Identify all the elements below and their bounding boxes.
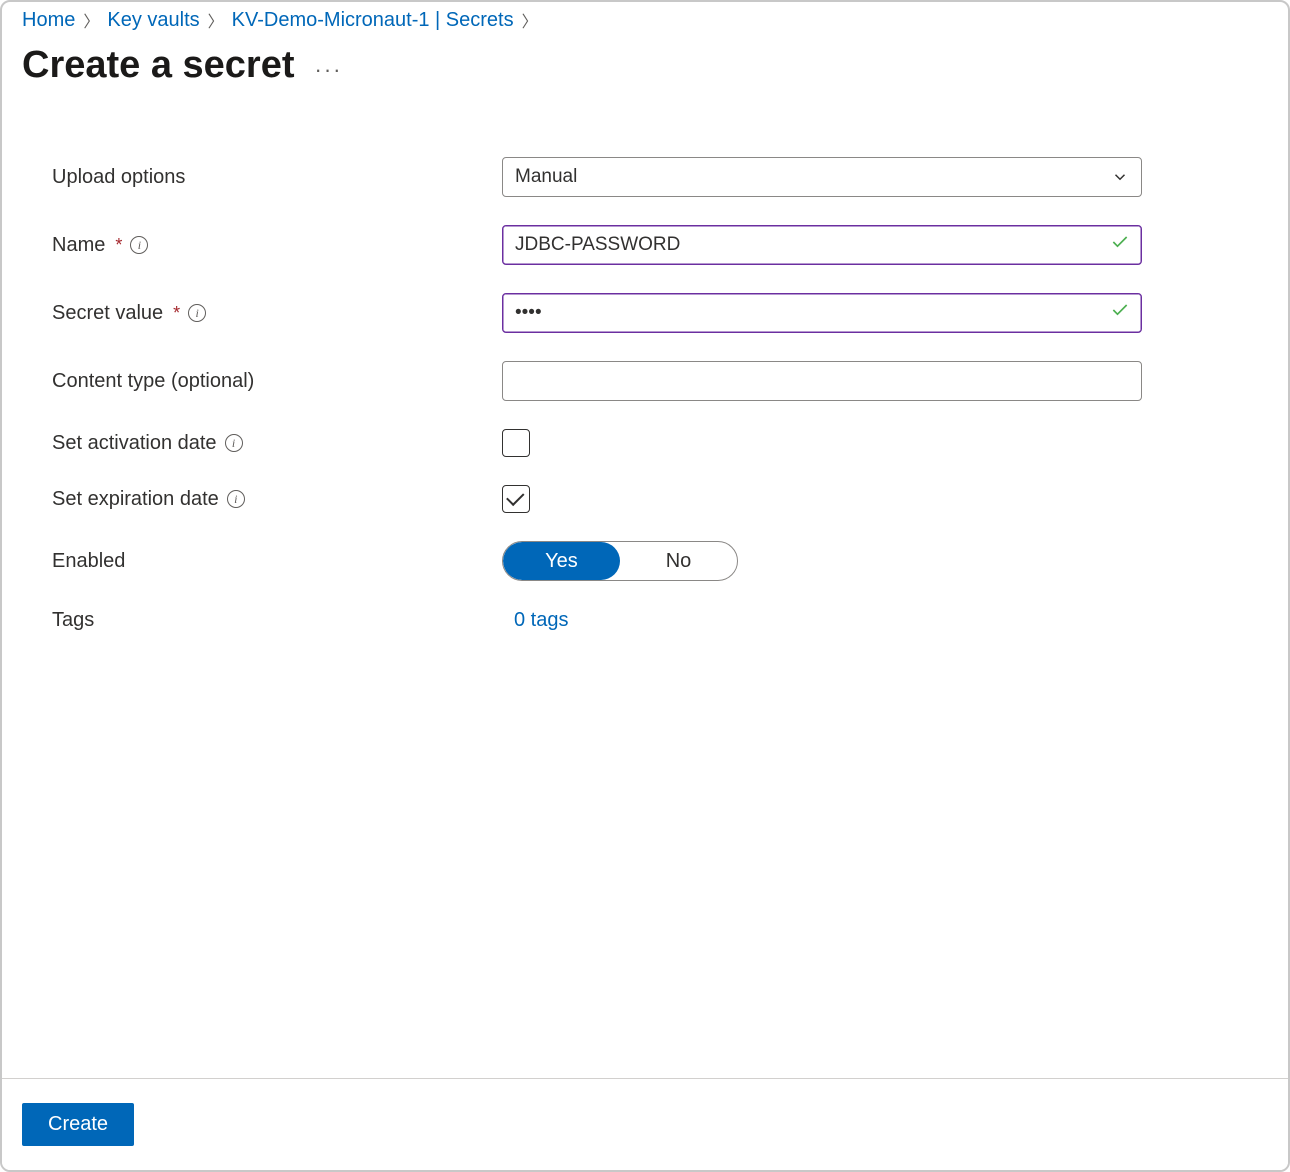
info-icon[interactable]: i [188, 304, 206, 322]
breadcrumb-home[interactable]: Home [22, 9, 75, 32]
label-secret-value: Secret value [52, 302, 163, 325]
toggle-yes[interactable]: Yes [503, 542, 620, 580]
check-icon [1110, 232, 1130, 258]
enabled-toggle[interactable]: Yes No [502, 541, 738, 581]
label-activation-date: Set activation date [52, 432, 217, 455]
label-tags: Tags [52, 609, 94, 632]
toggle-no[interactable]: No [620, 542, 737, 580]
create-button[interactable]: Create [22, 1103, 134, 1146]
chevron-down-icon [1111, 168, 1129, 186]
page-title: Create a secret [22, 44, 295, 87]
footer: Create [2, 1078, 1288, 1170]
tags-link[interactable]: 0 tags [502, 609, 568, 632]
required-indicator: * [173, 303, 180, 324]
label-name: Name [52, 234, 105, 257]
label-expiration-date: Set expiration date [52, 488, 219, 511]
expiration-date-checkbox[interactable] [502, 485, 530, 513]
info-icon[interactable]: i [227, 490, 245, 508]
label-content-type: Content type (optional) [52, 370, 254, 393]
breadcrumb-kv-secrets[interactable]: KV-Demo-Micronaut-1 | Secrets [232, 9, 514, 32]
chevron-right-icon: 〉 [522, 8, 538, 32]
upload-options-select[interactable]: Manual [502, 157, 1142, 197]
chevron-right-icon: 〉 [83, 8, 99, 32]
breadcrumb-keyvaults[interactable]: Key vaults [107, 9, 199, 32]
info-icon[interactable]: i [225, 434, 243, 452]
create-secret-form: Upload options Manual Name * i [2, 97, 1288, 1078]
content-type-input[interactable] [502, 361, 1142, 401]
name-input[interactable] [502, 225, 1142, 265]
more-menu-icon[interactable]: ··· [315, 57, 343, 83]
breadcrumb: Home 〉 Key vaults 〉 KV-Demo-Micronaut-1 … [2, 2, 1288, 32]
chevron-right-icon: 〉 [208, 8, 224, 32]
upload-options-value: Manual [515, 166, 577, 188]
required-indicator: * [115, 235, 122, 256]
activation-date-checkbox[interactable] [502, 429, 530, 457]
check-icon [1110, 300, 1130, 326]
label-enabled: Enabled [52, 550, 125, 573]
secret-value-input[interactable] [502, 293, 1142, 333]
info-icon[interactable]: i [130, 236, 148, 254]
label-upload-options: Upload options [52, 166, 185, 189]
